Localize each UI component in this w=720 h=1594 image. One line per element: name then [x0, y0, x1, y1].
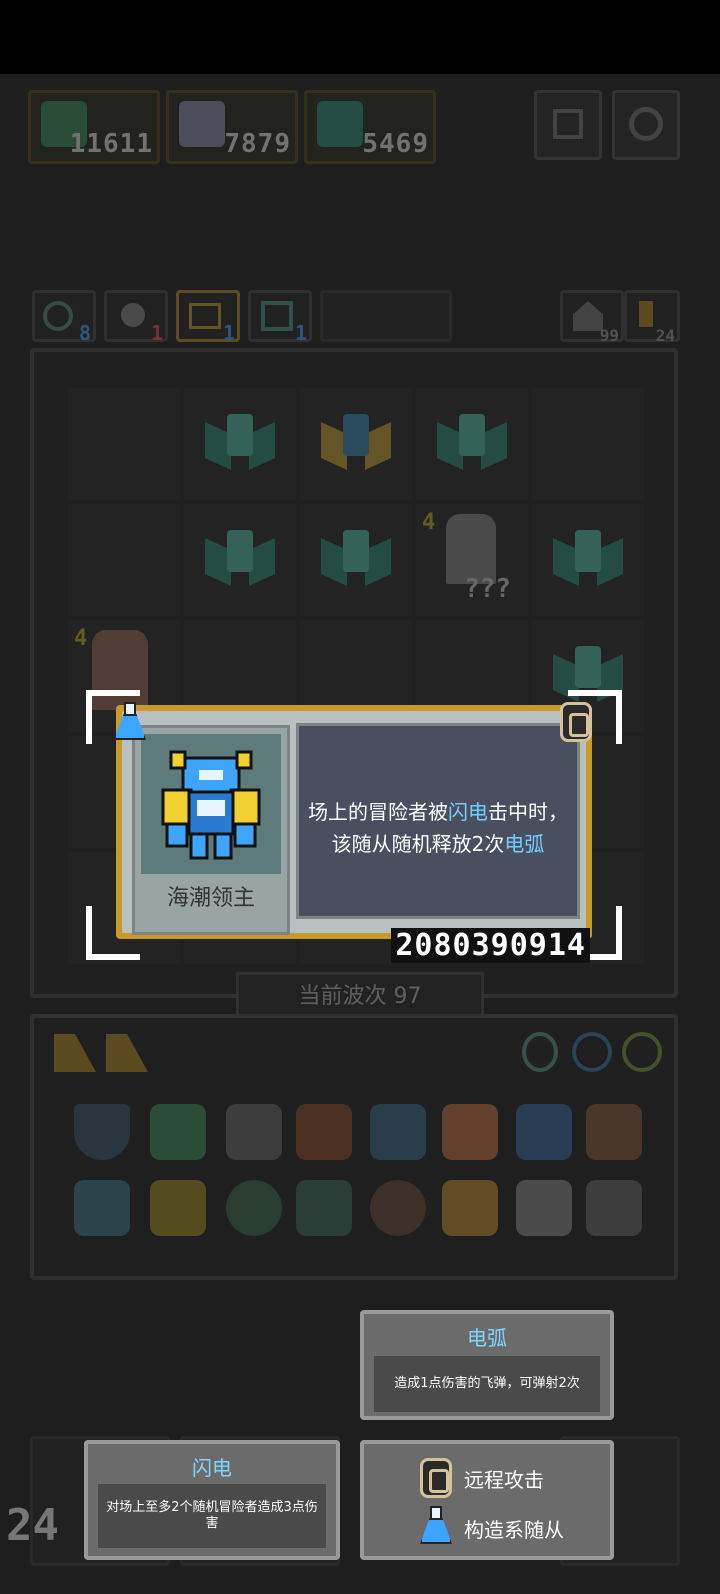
stat-bar [320, 290, 452, 342]
tidal-minion-icon [205, 530, 275, 590]
level-badge: 4 [74, 626, 88, 651]
board-cell[interactable] [68, 504, 180, 616]
heart-icon[interactable] [74, 1180, 130, 1236]
counter-count: 99 [599, 326, 619, 345]
lamp-icon [121, 303, 145, 327]
minion-description: 场上的冒险者被闪电击中时，该随从随机释放2次电弧 [308, 800, 568, 856]
keyword-lightning[interactable]: 闪电 [448, 800, 488, 824]
arc-tooltip-card: 电弧 造成1点伤害的飞弹，可弹射2次 [360, 1310, 614, 1420]
board-cell[interactable] [300, 504, 412, 616]
gear-icon [420, 1458, 452, 1498]
armor-icon[interactable] [150, 1180, 206, 1236]
lightning-tooltip-card: 闪电 对场上至多2个随机冒险者造成3点伤害 [84, 1440, 340, 1560]
board-cell[interactable] [416, 388, 528, 500]
stat-lamp[interactable]: 1 [104, 290, 168, 345]
keyword-construct: 构造系随从 [464, 1518, 564, 1542]
board-cell[interactable] [300, 388, 412, 500]
minion-name: 海潮领主 [166, 886, 255, 911]
flask-icon [112, 702, 148, 742]
mystery-label: ??? [464, 574, 511, 604]
tooltip-body: 造成1点伤害的飞弹，可弹射2次 [374, 1356, 600, 1412]
tooltip-body: 对场上至多2个随机冒险者造成3点伤害 [98, 1484, 326, 1548]
bread-icon[interactable] [442, 1180, 498, 1236]
stat-count: 1 [294, 321, 307, 345]
house-icon [573, 301, 603, 331]
tidal-lord-icon [161, 750, 261, 860]
board-cell[interactable] [532, 504, 644, 616]
tidal-minion-icon [553, 530, 623, 590]
filter-icon[interactable] [572, 1032, 612, 1072]
flask-icon[interactable] [296, 1180, 352, 1236]
stat-eye[interactable]: 8 [32, 290, 96, 345]
tab-right-icon[interactable] [106, 1034, 148, 1072]
keyword-arc[interactable]: 电弧 [504, 832, 544, 856]
resource-value: 5469 [362, 129, 429, 159]
ghost-icon [179, 101, 225, 147]
resource-tidal[interactable]: 11611 [28, 90, 160, 164]
resource-value: 7879 [224, 129, 291, 159]
key-icon [639, 301, 653, 327]
shield-icon[interactable] [74, 1104, 130, 1160]
spark-icon[interactable] [516, 1180, 572, 1236]
fox-icon[interactable] [442, 1104, 498, 1160]
flask-icon [418, 1506, 454, 1546]
potion-icon[interactable] [516, 1104, 572, 1160]
stat-count: 8 [78, 321, 91, 345]
tidal-minion-icon [321, 530, 391, 590]
butterfly-icon[interactable] [370, 1180, 426, 1236]
level-badge: 4 [422, 510, 436, 535]
flask-icon[interactable] [586, 1104, 642, 1160]
counter-house[interactable]: 99 [560, 290, 624, 345]
board-cell[interactable] [184, 504, 296, 616]
board-cell[interactable] [184, 388, 296, 500]
tidal-minion-icon [437, 414, 507, 474]
grenade-icon[interactable] [226, 1180, 282, 1236]
seed-number: 2080390914 [391, 928, 590, 963]
card-inner: 海潮领主 场上的冒险者被闪电击中时，该随从随机释放2次电弧 [122, 711, 586, 935]
board-cell[interactable] [532, 388, 644, 500]
status-bar [0, 0, 720, 74]
eye-icon [43, 301, 73, 331]
tooltip-title: 电弧 [467, 1326, 507, 1350]
codex-button[interactable] [534, 90, 602, 160]
settings-icon [629, 107, 663, 141]
tab-left-icon[interactable] [54, 1034, 96, 1072]
keywords-card: 远程攻击 构造系随从 [360, 1440, 614, 1560]
minion-detail-card[interactable]: 海潮领主 场上的冒险者被闪电击中时，该随从随机释放2次电弧 2080390914 [116, 705, 592, 963]
resource-value: 11611 [69, 129, 153, 159]
tidal-minion-icon [205, 414, 275, 474]
horn-icon[interactable] [370, 1104, 426, 1160]
filter-icon[interactable] [622, 1032, 662, 1072]
board-cell[interactable] [68, 388, 180, 500]
resource-minion[interactable]: 5469 [304, 90, 436, 164]
board-cell[interactable]: 4 ??? [416, 504, 528, 616]
basket-icon[interactable] [586, 1180, 642, 1236]
gear-icon [560, 702, 592, 742]
tidal-minion-icon [317, 101, 363, 147]
portrait [141, 734, 281, 874]
stat-count: 1 [150, 321, 163, 345]
hammer-icon[interactable] [226, 1104, 282, 1160]
stat-lightning[interactable]: 1 [176, 290, 240, 345]
counter-count: 24 [655, 326, 675, 345]
settings-button[interactable] [612, 90, 680, 160]
portrait-frame: 海潮领主 [132, 725, 290, 935]
stat-count: 1 [222, 321, 235, 345]
heart-icon[interactable] [150, 1104, 206, 1160]
monitor-icon [261, 301, 293, 331]
stat-monitor[interactable]: 1 [248, 290, 312, 345]
description-panel: 场上的冒险者被闪电击中时，该随从随机释放2次电弧 [296, 723, 580, 919]
tooltip-title: 闪电 [192, 1456, 232, 1480]
resource-ghost[interactable]: 7879 [166, 90, 298, 164]
lightning-icon [189, 303, 221, 329]
filter-icon[interactable] [522, 1032, 558, 1072]
corner-number: 24 [6, 1500, 59, 1551]
tidal-lord-icon [321, 414, 391, 474]
counter-key[interactable]: 24 [624, 290, 680, 345]
codex-icon [553, 109, 583, 139]
keyword-ranged: 远程攻击 [464, 1468, 544, 1492]
bag-icon[interactable] [296, 1104, 352, 1160]
inventory-panel [30, 1014, 678, 1280]
